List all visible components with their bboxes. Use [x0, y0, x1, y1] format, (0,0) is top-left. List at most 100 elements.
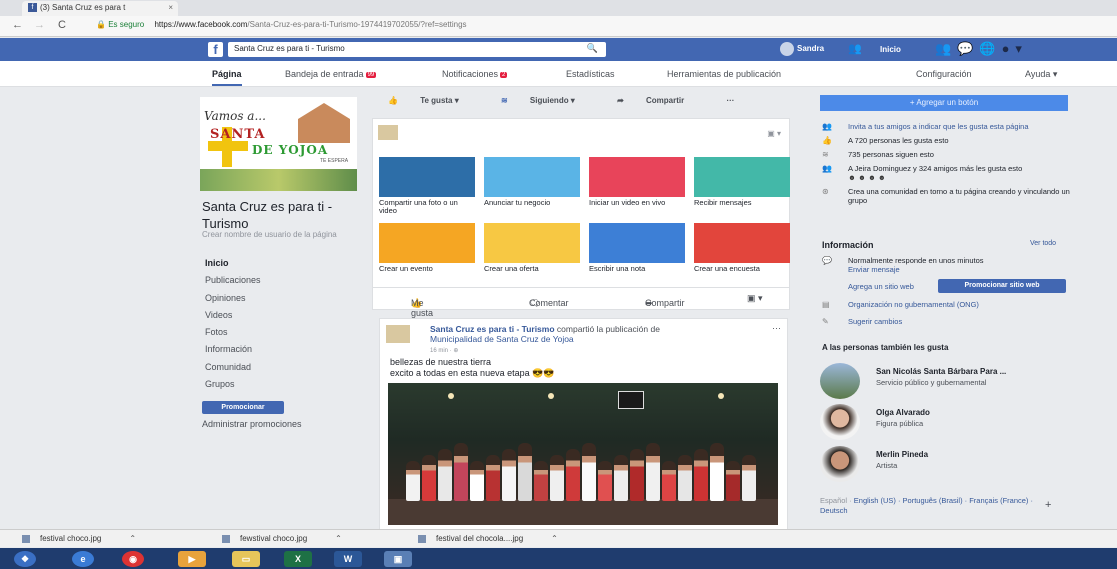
profile-picture[interactable]: Vamos a... SANTA DE YOJOA TE ESPERA — [200, 97, 357, 191]
tile-live-video[interactable]: Iniciar un video en vivo — [589, 157, 685, 207]
url-field[interactable]: 🔒 Es seguro https://www.facebook.com/San… — [96, 20, 996, 29]
person-figure — [438, 449, 452, 501]
post-options-icon[interactable]: ··· — [772, 323, 781, 333]
nav-item-reviews[interactable]: Opiniones — [205, 293, 261, 310]
tab-settings[interactable]: Configuración — [916, 69, 972, 79]
nav-item-groups[interactable]: Grupos — [205, 379, 261, 396]
composer-options-icon[interactable]: ▣ ▾ — [767, 129, 781, 138]
excel-icon[interactable]: X — [284, 551, 312, 567]
note-pencil-icon — [589, 223, 685, 263]
friends-like: A Jeira Dominguez y 324 amigos más les g… — [848, 164, 1023, 173]
likes-count-item: 👍 A 720 personas les gusta esto — [820, 136, 1070, 145]
tile-offer[interactable]: Crear una oferta — [484, 223, 580, 273]
messages-icon[interactable]: 💬 — [957, 41, 979, 56]
chevron-up-icon[interactable]: ⌃ — [551, 534, 558, 543]
file-explorer-icon[interactable]: ▭ — [232, 551, 260, 567]
promote-website-button[interactable]: Promocionar sitio web — [938, 279, 1066, 293]
search-icon[interactable]: 🔍 — [587, 43, 598, 54]
nav-item-photos[interactable]: Fotos — [205, 327, 261, 344]
notifications-badge: 2 — [500, 71, 508, 78]
tab-inbox[interactable]: Bandeja de entrada 99 — [285, 69, 377, 79]
invite-friends-item[interactable]: 👥 Invita a tus amigos a indicar que les g… — [820, 122, 1070, 131]
media-player-icon[interactable]: ▶ — [178, 551, 206, 567]
pencil-icon: ✎ — [822, 317, 829, 326]
reaction-bar: 👍 Me gusta 🗨 Comentar ➦ Compartir ▣ ▾ — [372, 288, 790, 318]
start-button-icon[interactable]: ❖ — [14, 551, 36, 567]
manage-promotions-link[interactable]: Administrar promociones — [202, 419, 302, 429]
person-figure — [502, 449, 516, 501]
suggested-page[interactable]: San Nicolás Santa Bárbara Para ... Servi… — [820, 363, 1070, 403]
create-username-link[interactable]: Crear nombre de usuario de la página — [202, 230, 362, 240]
category-link[interactable]: Organización no gubernamental (ONG) — [848, 300, 979, 309]
nav-item-videos[interactable]: Videos — [205, 310, 261, 327]
thumbs-up-icon: 👍 — [388, 96, 398, 105]
tile-share-photo[interactable]: Compartir una foto o un video — [379, 157, 475, 215]
suggested-page[interactable]: Olga Alvarado Figura pública — [820, 404, 1070, 444]
nav-item-about[interactable]: Información — [205, 344, 261, 361]
post-source-link[interactable]: Municipalidad de Santa Cruz de Yojoa — [430, 334, 574, 344]
send-message-link[interactable]: Enviar mensaje — [848, 265, 900, 274]
tab-help[interactable]: Ayuda ▾ — [1025, 69, 1057, 80]
search-input[interactable]: Santa Cruz es para ti - Turismo 🔍 — [228, 42, 606, 57]
post-author-link[interactable]: Santa Cruz es para ti - Turismo — [430, 324, 555, 334]
tile-note[interactable]: Escribir una nota — [589, 223, 685, 273]
see-all-link[interactable]: Ver todo — [1030, 240, 1056, 247]
suggested-page[interactable]: Merlin Pineda Artista — [820, 446, 1070, 486]
following-button[interactable]: ≋ Siguiendo ▾ — [501, 96, 595, 105]
internet-explorer-icon[interactable]: e — [72, 551, 94, 567]
reload-icon[interactable]: C — [58, 19, 66, 31]
tile-advertise[interactable]: Anunciar tu negocio — [484, 157, 580, 207]
tab-insights[interactable]: Estadísticas — [566, 69, 615, 79]
notifications-icon[interactable]: 🌐 — [979, 41, 1001, 56]
nav-item-home[interactable]: Inicio — [205, 258, 261, 275]
add-website-link[interactable]: Agrega un sitio web — [848, 282, 914, 291]
facebook-logo-icon[interactable]: f — [208, 42, 223, 57]
post-composer: ▣ ▾ Compartir una foto o un video Anunci… — [372, 118, 790, 288]
home-link[interactable]: Inicio — [880, 45, 901, 54]
create-group-item[interactable]: ⊛ Crea una comunidad en torno a tu página… — [820, 187, 1070, 205]
tab-publishing-tools[interactable]: Herramientas de publicación — [667, 69, 781, 79]
help-icon[interactable]: ● — [1002, 41, 1016, 56]
chrome-icon[interactable]: ◉ — [122, 551, 144, 567]
add-button[interactable]: + Agregar un botón — [820, 95, 1068, 111]
download-item[interactable]: festival del chocola....jpg ⌃ — [418, 534, 558, 543]
friend-requests-icon[interactable]: 👥 — [935, 41, 957, 56]
tile-poll[interactable]: Crear una encuesta — [694, 223, 790, 273]
profile-link[interactable]: Sandra — [780, 42, 824, 56]
audience-selector-icon[interactable]: ▣ ▾ — [747, 293, 763, 304]
download-item[interactable]: festival choco.jpg ⌃ — [22, 534, 136, 543]
tab-close-icon[interactable]: × — [168, 3, 173, 12]
suggested-page-category: Servicio público y gubernamental — [876, 378, 987, 387]
search-value: Santa Cruz es para ti - Turismo — [234, 44, 345, 53]
promote-button[interactable]: Promocionar — [202, 401, 284, 414]
back-arrow-icon[interactable]: ← — [12, 19, 23, 31]
post-timestamp[interactable]: 16 min · ⊕ — [430, 347, 458, 354]
chevron-up-icon[interactable]: ⌃ — [129, 534, 136, 543]
language-links[interactable]: English (US) · Português (Brasil) · Fran… — [820, 496, 1033, 515]
friends-icon[interactable]: 👥 — [848, 42, 862, 55]
category-item: ▤ Organización no gubernamental (ONG) — [820, 300, 1068, 309]
tab-notifications[interactable]: Notificaciones 2 — [442, 69, 508, 79]
nav-item-posts[interactable]: Publicaciones — [205, 275, 261, 292]
more-button[interactable]: ··· — [726, 96, 734, 105]
nav-item-community[interactable]: Comunidad — [205, 362, 261, 379]
browser-tab[interactable]: f (3) Santa Cruz es para t × — [22, 1, 178, 16]
current-language: Español — [820, 496, 848, 505]
tile-event[interactable]: Crear un evento — [379, 223, 475, 273]
download-item[interactable]: fewstival choco.jpg ⌃ — [222, 534, 342, 543]
add-language-icon[interactable]: + — [1045, 499, 1051, 511]
post-photo[interactable] — [388, 383, 778, 525]
tile-messages[interactable]: Recibir mensajes — [694, 157, 790, 207]
word-icon[interactable]: W — [334, 551, 362, 567]
church-graphic — [298, 103, 350, 143]
tab-page[interactable]: Página — [212, 69, 242, 86]
post-avatar[interactable] — [386, 325, 410, 343]
chevron-down-icon[interactable]: ▾ — [1015, 41, 1028, 56]
image-viewer-icon[interactable]: ▣ — [384, 551, 412, 567]
forward-arrow-icon[interactable]: → — [34, 19, 45, 31]
person-figure — [486, 455, 500, 501]
liked-button[interactable]: 👍 Te gusta ▾ — [388, 96, 479, 105]
share-page-button[interactable]: ➦ Compartir — [617, 96, 704, 105]
chevron-up-icon[interactable]: ⌃ — [335, 534, 342, 543]
suggest-edits-link[interactable]: Sugerir cambios — [848, 317, 902, 326]
